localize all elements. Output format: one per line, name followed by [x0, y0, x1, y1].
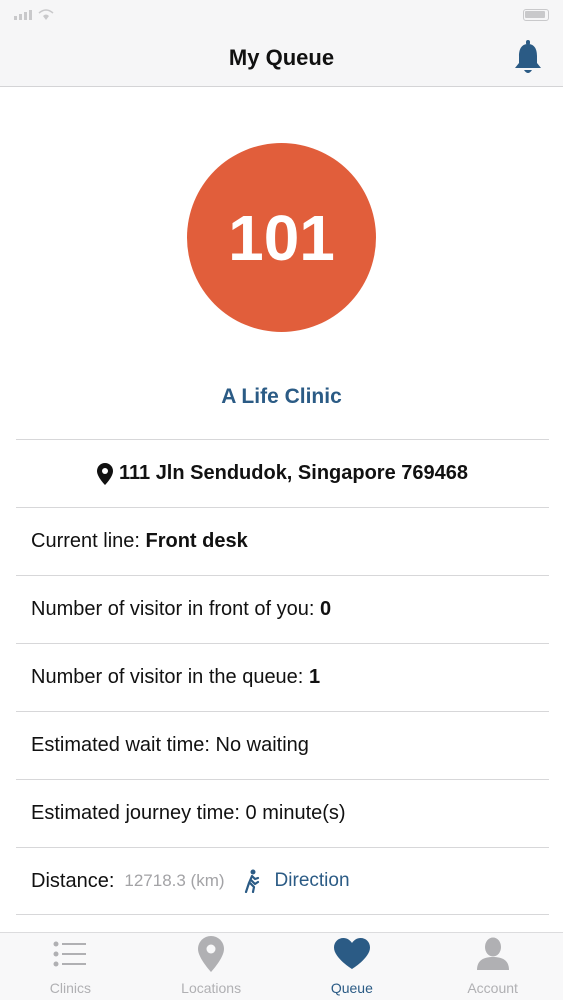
battery-group	[523, 9, 549, 21]
signal-icon	[14, 10, 32, 20]
queue-number-badge: 101	[187, 143, 376, 332]
journey-time-label: Estimated journey time:	[31, 802, 240, 824]
journey-time-row: Estimated journey time: 0 minute(s)	[16, 779, 549, 847]
signal-group	[14, 9, 54, 21]
distance-label: Distance:	[31, 869, 115, 892]
walking-person-icon	[244, 869, 259, 893]
current-line-value: Front desk	[145, 530, 248, 552]
distance-value: 12718.3 (km)	[124, 871, 225, 890]
tab-queue[interactable]: Queue	[282, 933, 423, 1000]
tab-queue-label: Queue	[330, 980, 373, 996]
direction-link[interactable]: Direction	[243, 869, 350, 893]
tab-clinics-label: Clinics	[49, 980, 91, 996]
list-icon	[50, 934, 90, 974]
status-bar	[0, 0, 563, 30]
heart-icon	[332, 934, 372, 974]
tab-clinics[interactable]: Clinics	[0, 933, 141, 1000]
location-pin-icon	[96, 462, 113, 485]
journey-time-value: 0 minute(s)	[245, 802, 346, 824]
visitors-queue-row: Number of visitor in the queue: 1	[16, 643, 549, 711]
distance-row: Distance: 12718.3 (km) Direction	[16, 847, 549, 915]
current-line-row: Current line: Front desk	[16, 507, 549, 575]
visitors-queue-label: Number of visitor in the queue:	[31, 666, 304, 688]
person-icon	[473, 934, 513, 974]
location-pin-icon	[191, 934, 231, 974]
battery-icon	[523, 9, 549, 21]
address-text: 111 Jln Sendudok, Singapore 769468	[118, 462, 469, 484]
direction-label: Direction	[274, 870, 350, 891]
visitors-front-value: 0	[320, 598, 332, 620]
tab-bar: Clinics Locations Queue Account	[0, 932, 563, 1000]
wait-time-value: No waiting	[215, 734, 309, 756]
current-line-label: Current line:	[31, 530, 140, 552]
visitors-front-row: Number of visitor in front of you: 0	[16, 575, 549, 643]
notification-bell-button[interactable]	[513, 40, 543, 76]
tab-locations[interactable]: Locations	[141, 933, 282, 1000]
queue-content: 101 A Life Clinic 111 Jln Sendudok, Sing…	[0, 88, 563, 930]
page-title: My Queue	[228, 45, 335, 70]
nav-bar: My Queue	[0, 30, 563, 87]
bell-icon	[515, 40, 541, 73]
tab-account[interactable]: Account	[422, 933, 563, 1000]
tab-locations-label: Locations	[181, 980, 242, 996]
wait-time-row: Estimated wait time: No waiting	[16, 711, 549, 779]
visitors-queue-value: 1	[308, 666, 321, 688]
visitors-front-label: Number of visitor in front of you:	[31, 598, 315, 620]
wait-time-label: Estimated wait time:	[31, 734, 210, 756]
wifi-icon	[38, 9, 54, 20]
tab-account-label: Account	[467, 980, 518, 996]
clinic-name[interactable]: A Life Clinic	[0, 385, 563, 409]
address-row: 111 Jln Sendudok, Singapore 769468	[16, 439, 549, 507]
